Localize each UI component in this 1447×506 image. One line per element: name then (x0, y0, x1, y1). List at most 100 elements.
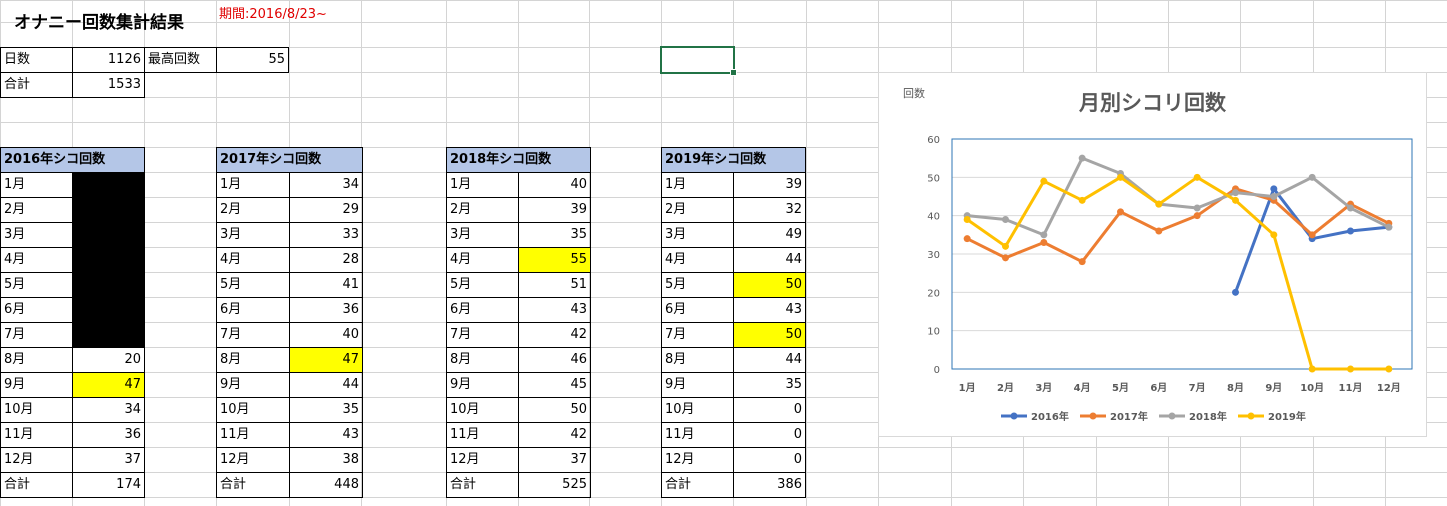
month-value[interactable]: 47 (72, 372, 145, 398)
month-value[interactable] (72, 222, 145, 248)
month-label[interactable]: 3月 (661, 222, 734, 248)
total-value[interactable]: 1533 (72, 72, 145, 98)
month-label[interactable]: 12月 (446, 447, 519, 473)
month-label[interactable]: 11月 (661, 422, 734, 448)
total-label[interactable]: 合計 (0, 72, 73, 98)
month-value[interactable]: 34 (72, 397, 145, 423)
days-value[interactable]: 1126 (72, 47, 145, 73)
month-label[interactable]: 11月 (216, 422, 290, 448)
month-label[interactable]: 9月 (446, 372, 519, 398)
month-label[interactable]: 7月 (661, 322, 734, 348)
month-value[interactable]: 0 (733, 447, 806, 473)
month-value[interactable]: 43 (518, 297, 591, 323)
month-value[interactable]: 39 (733, 172, 806, 198)
table-total-label[interactable]: 合計 (216, 472, 290, 498)
month-value[interactable]: 35 (733, 372, 806, 398)
month-value[interactable]: 51 (518, 272, 591, 298)
table-header-0[interactable]: 2016年シコ回数 (0, 147, 145, 173)
month-value[interactable]: 44 (733, 347, 806, 373)
table-header-1[interactable]: 2017年シコ回数 (216, 147, 363, 173)
month-label[interactable]: 4月 (446, 247, 519, 273)
month-label[interactable]: 2月 (0, 197, 73, 223)
month-value[interactable]: 50 (733, 322, 806, 348)
month-label[interactable]: 3月 (216, 222, 290, 248)
month-value[interactable]: 38 (289, 447, 363, 473)
table-header-3[interactable]: 2019年シコ回数 (661, 147, 806, 173)
month-value[interactable]: 43 (289, 422, 363, 448)
month-value[interactable] (72, 322, 145, 348)
month-value[interactable]: 37 (518, 447, 591, 473)
month-value[interactable]: 29 (289, 197, 363, 223)
month-label[interactable]: 7月 (216, 322, 290, 348)
month-value[interactable]: 45 (518, 372, 591, 398)
month-label[interactable]: 10月 (661, 397, 734, 423)
month-label[interactable]: 6月 (216, 297, 290, 323)
month-label[interactable]: 1月 (216, 172, 290, 198)
month-value[interactable] (72, 297, 145, 323)
month-label[interactable]: 9月 (216, 372, 290, 398)
month-value[interactable]: 43 (733, 297, 806, 323)
month-label[interactable]: 3月 (0, 222, 73, 248)
fill-handle[interactable] (730, 69, 737, 76)
month-label[interactable]: 8月 (661, 347, 734, 373)
table-total-value[interactable]: 448 (289, 472, 363, 498)
month-label[interactable]: 5月 (0, 272, 73, 298)
month-value[interactable]: 36 (289, 297, 363, 323)
month-value[interactable]: 0 (733, 422, 806, 448)
month-value[interactable]: 40 (289, 322, 363, 348)
month-label[interactable]: 5月 (216, 272, 290, 298)
month-label[interactable]: 11月 (446, 422, 519, 448)
month-label[interactable]: 4月 (216, 247, 290, 273)
month-value[interactable]: 33 (289, 222, 363, 248)
month-value[interactable]: 35 (289, 397, 363, 423)
month-label[interactable]: 6月 (0, 297, 73, 323)
month-value[interactable]: 46 (518, 347, 591, 373)
month-label[interactable]: 5月 (446, 272, 519, 298)
month-value[interactable]: 55 (518, 247, 591, 273)
active-cell-selection[interactable] (660, 46, 737, 76)
month-label[interactable]: 4月 (661, 247, 734, 273)
month-label[interactable]: 4月 (0, 247, 73, 273)
month-label[interactable]: 1月 (661, 172, 734, 198)
month-value[interactable] (72, 197, 145, 223)
month-value[interactable]: 36 (72, 422, 145, 448)
month-value[interactable]: 42 (518, 322, 591, 348)
table-total-label[interactable]: 合計 (661, 472, 734, 498)
month-value[interactable]: 39 (518, 197, 591, 223)
month-value[interactable]: 47 (289, 347, 363, 373)
month-value[interactable]: 20 (72, 347, 145, 373)
month-value[interactable]: 50 (733, 272, 806, 298)
month-value[interactable]: 35 (518, 222, 591, 248)
month-value[interactable]: 44 (733, 247, 806, 273)
month-value[interactable]: 50 (518, 397, 591, 423)
month-label[interactable]: 10月 (216, 397, 290, 423)
month-value[interactable] (72, 247, 145, 273)
month-value[interactable]: 32 (733, 197, 806, 223)
month-label[interactable]: 8月 (216, 347, 290, 373)
max-count-value[interactable]: 55 (216, 47, 289, 73)
month-label[interactable]: 9月 (661, 372, 734, 398)
month-label[interactable]: 1月 (0, 172, 73, 198)
month-label[interactable]: 12月 (0, 447, 73, 473)
month-label[interactable]: 6月 (446, 297, 519, 323)
month-value[interactable]: 42 (518, 422, 591, 448)
line-chart[interactable]: 0 10 20 30 40 50 60 1月 2月 3月 4月 5月 6月 7月 8月 9月 10月 11月 12月… (878, 72, 1427, 437)
month-label[interactable]: 7月 (0, 322, 73, 348)
month-value[interactable]: 0 (733, 397, 806, 423)
table-total-label[interactable]: 合計 (446, 472, 519, 498)
month-value[interactable] (72, 272, 145, 298)
month-value[interactable]: 37 (72, 447, 145, 473)
month-label[interactable]: 2月 (661, 197, 734, 223)
month-label[interactable]: 12月 (661, 447, 734, 473)
month-value[interactable]: 40 (518, 172, 591, 198)
month-value[interactable]: 28 (289, 247, 363, 273)
month-label[interactable]: 7月 (446, 322, 519, 348)
table-total-value[interactable]: 525 (518, 472, 591, 498)
month-label[interactable]: 10月 (446, 397, 519, 423)
month-label[interactable]: 2月 (216, 197, 290, 223)
month-label[interactable]: 8月 (446, 347, 519, 373)
month-value[interactable]: 44 (289, 372, 363, 398)
table-total-value[interactable]: 174 (72, 472, 145, 498)
month-label[interactable]: 11月 (0, 422, 73, 448)
month-value[interactable] (72, 172, 145, 198)
